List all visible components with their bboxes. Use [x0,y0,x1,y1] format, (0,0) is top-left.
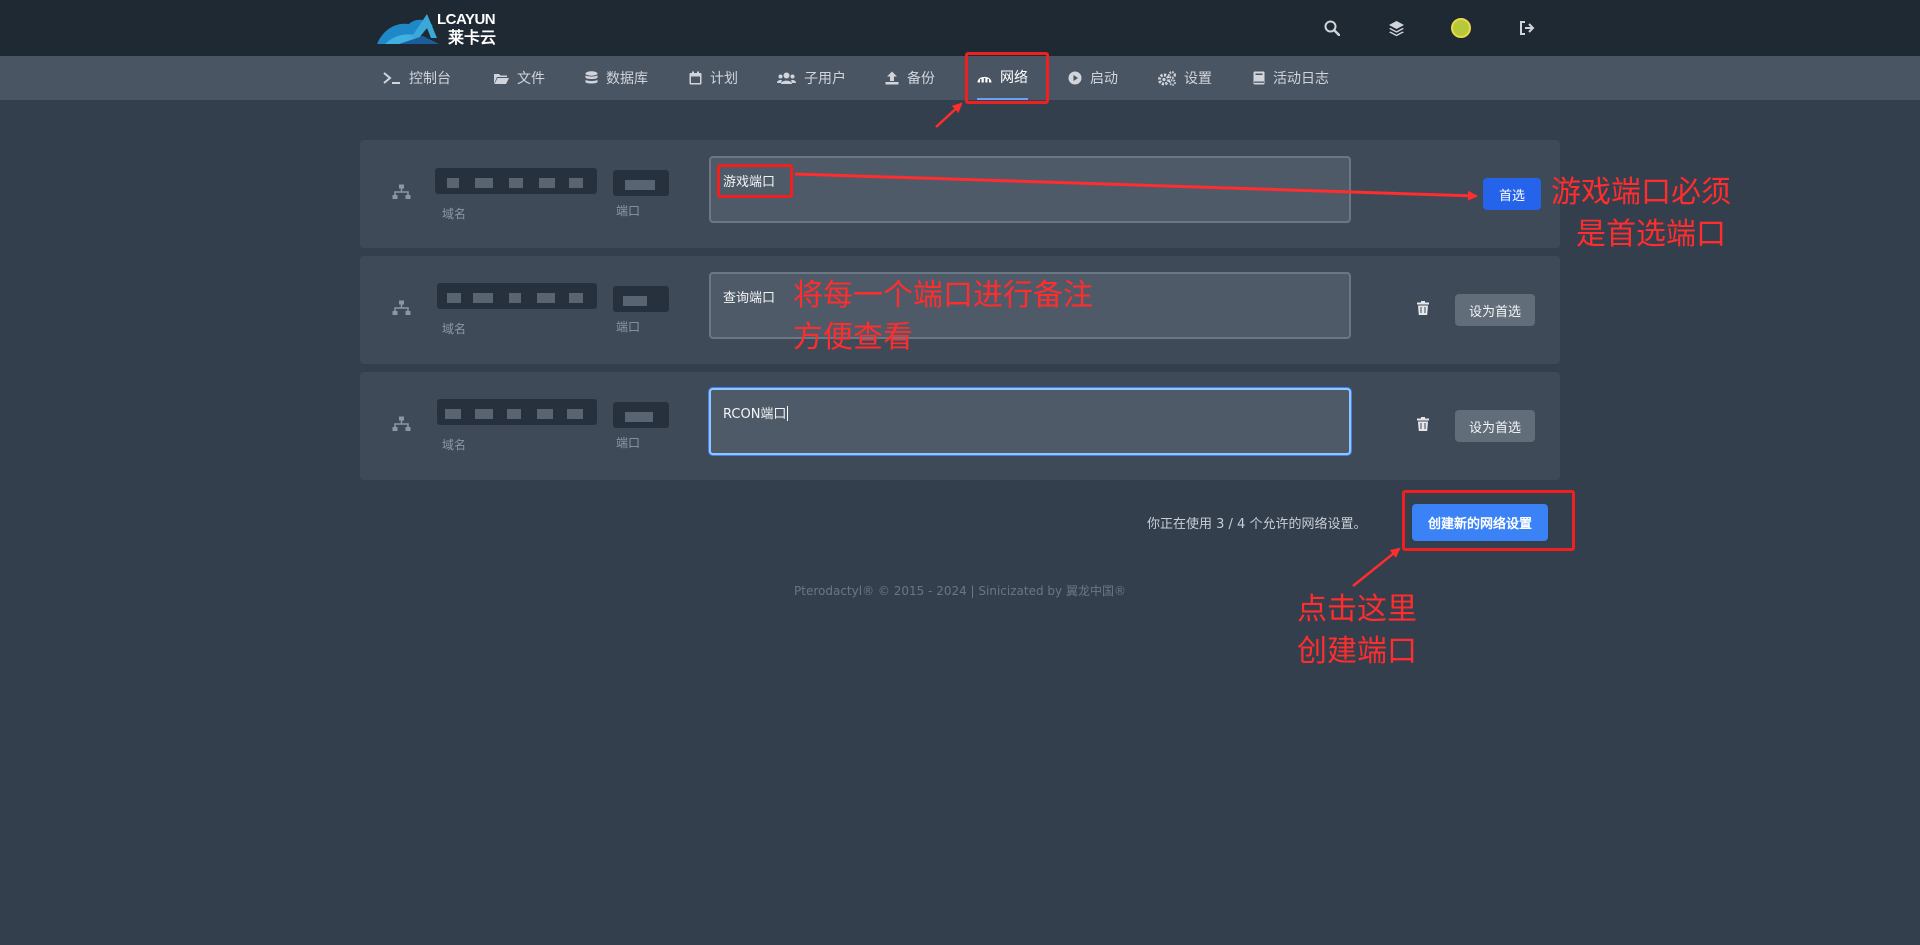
network-wired-icon [392,184,411,199]
tab-databases[interactable]: 数据库 [585,56,648,100]
tab-label: 备份 [907,71,935,87]
port-label: 端口 [616,320,641,334]
domain-label: 域名 [442,207,467,221]
database-icon [585,70,598,83]
primary-badge-button[interactable]: 首选 [1483,178,1542,210]
annotation-create-note: 点击这里 创建端口 [1297,589,1417,673]
domain-label: 域名 [442,438,467,452]
port-label: 端口 [616,436,641,450]
tab-label: 子用户 [804,71,846,87]
annotation-text: 游戏端口必须 [1551,175,1731,210]
brand-name-chinese: 莱卡云 [448,28,497,47]
annotation-text: 点击这里 [1297,592,1417,627]
notes-value: RCON端口 [723,407,787,422]
layers-icon[interactable] [1383,15,1409,41]
make-primary-label: 设为首选 [1469,304,1522,320]
annotation-text: 创建端口 [1297,634,1417,669]
annotation-text: 方便查看 [793,320,913,355]
annotation-box-notes [717,164,793,198]
tab-label: 数据库 [606,71,648,87]
annotation-remark-note: 将每一个端口进行备注 方便查看 [793,275,1093,359]
allocation-row: 域名 端口 游戏端口 首选 [360,140,1560,248]
folder-icon [494,73,509,84]
domain-label: 域名 [442,322,467,336]
upload-icon [885,71,899,85]
network-wired-icon [392,416,411,431]
annotation-text: 将每一个端口进行备注 [793,278,1093,313]
allocation-row: 域名 端口 RCON端口 设为首选 [360,372,1560,480]
notes-input[interactable]: RCON端口 [709,388,1351,455]
annotation-text: 是首选端口 [1576,217,1726,252]
tab-backups[interactable]: 备份 [885,56,935,100]
avatar[interactable] [1448,15,1474,41]
make-primary-button[interactable]: 设为首选 [1455,294,1536,326]
tab-label: 设置 [1184,71,1212,87]
notes-input[interactable]: 游戏端口 [709,156,1351,223]
domain-value[interactable] [437,283,597,309]
port-value[interactable] [613,286,669,312]
annotation-primary-note: 游戏端口必须 是首选端口 [1551,172,1731,256]
tab-label: 控制台 [409,71,451,87]
server-nav: 控制台 文件 数据库 计划 子用户 备份 网络 启动 设置 活动日志 [0,56,1920,100]
search-icon[interactable] [1319,15,1345,41]
port-value[interactable] [613,170,669,196]
make-primary-button[interactable]: 设为首选 [1455,410,1536,442]
trash-icon[interactable] [1417,301,1429,315]
text-caret [787,406,789,421]
tab-label: 文件 [517,71,545,87]
tab-console[interactable]: 控制台 [383,56,451,100]
annotation-box-create [1402,490,1575,551]
annotation-box-network-tab [965,52,1049,104]
tab-settings[interactable]: 设置 [1158,56,1212,100]
calendar-icon [689,71,702,85]
primary-label: 首选 [1499,188,1526,204]
domain-value[interactable] [435,168,597,194]
cogs-icon [1158,70,1176,86]
network-wired-icon [392,300,411,315]
tab-files[interactable]: 文件 [493,56,545,100]
domain-value[interactable] [437,399,597,425]
tab-label: 活动日志 [1273,71,1329,87]
footer-copyright: Pterodactyl® © 2015 - 2024 | Sinicizated… [794,584,1126,598]
tab-schedules[interactable]: 计划 [689,56,738,100]
terminal-icon [383,72,400,84]
top-bar: LCAYUN 莱卡云 [0,0,1920,56]
logout-icon[interactable] [1514,15,1540,41]
notes-value: 查询端口 [723,291,776,306]
tab-activity[interactable]: 活动日志 [1253,56,1329,100]
allocation-usage-text: 你正在使用 3 / 4 个允许的网络设置。 [1147,517,1367,532]
tab-label: 计划 [710,71,738,87]
tab-label: 启动 [1090,71,1118,87]
make-primary-label: 设为首选 [1469,420,1522,436]
tab-users[interactable]: 子用户 [777,56,846,100]
users-icon [777,72,796,84]
port-value[interactable] [613,402,669,428]
book-icon [1253,71,1265,85]
play-icon [1068,71,1082,85]
trash-icon[interactable] [1417,417,1429,431]
tab-startup[interactable]: 启动 [1068,56,1118,100]
port-label: 端口 [616,204,641,218]
